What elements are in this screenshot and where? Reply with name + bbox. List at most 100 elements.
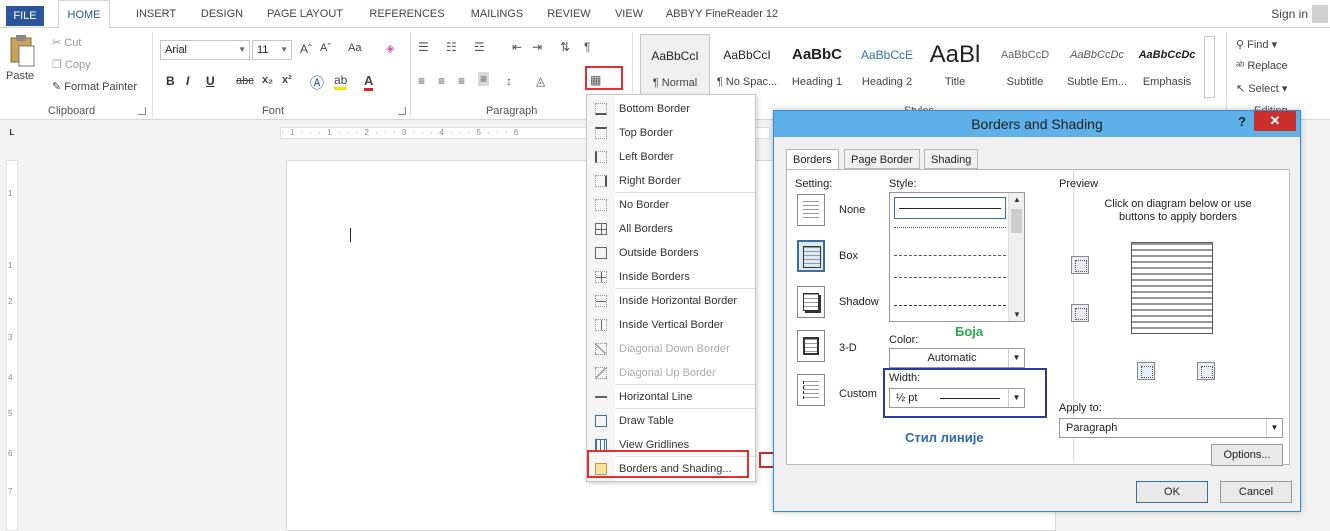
line-style-dash-dot[interactable] [894,305,1006,306]
menu-item-outside-borders[interactable]: Outside Borders [587,241,755,265]
subscript-button[interactable]: x₂ [262,74,273,86]
menu-item-no-border[interactable]: No Border [587,193,755,217]
line-style-dashed[interactable] [894,277,1006,278]
ok-button[interactable]: OK [1136,481,1208,503]
style-title[interactable]: AaBl Title [920,34,990,102]
sign-in-link[interactable]: Sign in [1271,0,1308,28]
tab-design[interactable]: DESIGN [192,0,252,28]
setting-box-label[interactable]: Box [839,250,858,262]
tab-file[interactable]: FILE [6,6,44,26]
setting-3d-label[interactable]: 3-D [839,342,857,354]
color-select[interactable]: Automatic ▼ [889,348,1025,368]
bullets-icon[interactable]: ☰ [418,40,429,54]
cut-button[interactable]: ✂ Cut [52,36,81,49]
paste-button[interactable]: Paste [6,70,34,82]
style-no-spacing[interactable]: AaBbCcI ¶ No Spac... [712,34,782,102]
shading-icon[interactable]: ◬ [536,74,545,88]
menu-item-top-border[interactable]: Top Border [587,121,755,145]
superscript-button[interactable]: x² [282,74,292,86]
setting-3d-icon[interactable] [797,330,825,362]
tab-selector[interactable]: L [6,127,18,139]
tab-insert[interactable]: INSERT [128,0,184,28]
scroll-thumb[interactable] [1011,209,1022,233]
highlight-icon[interactable]: ab [334,73,348,90]
setting-shadow-icon[interactable] [797,286,825,318]
menu-item-draw-table[interactable]: Draw Table [587,409,755,433]
italic-button[interactable]: I [186,74,189,88]
increase-indent-icon[interactable]: ⇥ [532,40,542,54]
tab-review[interactable]: REVIEW [540,0,598,28]
menu-item-inside-horizontal-border[interactable]: Inside Horizontal Border [587,289,755,313]
clear-formatting-icon[interactable]: ◈ [386,42,394,55]
tab-view[interactable]: VIEW [608,0,650,28]
help-button[interactable]: ? [1238,114,1246,129]
tab-mailings[interactable]: MAILINGS [462,0,532,28]
line-style-selected[interactable] [894,197,1006,219]
clipboard-launcher-icon[interactable] [138,107,146,115]
sort-icon[interactable]: ⇅ [560,40,570,54]
tab-abbyy[interactable]: ABBYY FineReader 12 [660,0,784,28]
format-painter-button[interactable]: ✎ Format Painter [52,80,137,93]
line-style-dashed-small[interactable] [894,255,1006,256]
cancel-button[interactable]: Cancel [1220,481,1292,503]
style-subtle-emphasis[interactable]: AaBbCcDc Subtle Em... [1062,34,1132,102]
font-color-icon[interactable]: A [364,73,374,91]
tab-references[interactable]: REFERENCES [362,0,452,28]
numbering-icon[interactable]: ☷ [446,40,457,54]
style-emphasis[interactable]: AaBbCcDc Emphasis [1132,34,1202,102]
copy-button[interactable]: ❐ Copy [52,58,91,71]
scroll-up-icon[interactable]: ▲ [1013,195,1021,204]
grow-font-button[interactable]: Aˆ [300,42,312,56]
line-style-dotted[interactable] [894,227,1006,228]
style-list-scrollbar[interactable]: ▲ ▼ [1008,193,1024,321]
style-heading-2[interactable]: AaBbCcE Heading 2 [852,34,922,102]
line-style-list[interactable]: ▲ ▼ [889,192,1025,322]
tab-shading[interactable]: Shading [924,149,979,169]
tab-page-border[interactable]: Page Border [844,149,920,169]
align-right-icon[interactable]: ≡ [458,74,465,88]
style-normal[interactable]: AaBbCcI ¶ Normal [640,34,710,102]
bold-button[interactable]: B [166,74,175,88]
styles-gallery-scroll[interactable] [1204,36,1215,98]
font-family-select[interactable]: Arial ▼ [160,40,250,60]
multilevel-list-icon[interactable]: ☲ [474,40,485,54]
setting-none-icon[interactable] [797,194,825,226]
setting-none-label[interactable]: None [839,204,865,216]
tab-home[interactable]: HOME [58,0,110,29]
menu-item-diagonal-down-border[interactable]: Diagonal Down Border [587,337,755,361]
find-button[interactable]: ⚲ Find ▾ [1236,38,1277,51]
setting-box-icon[interactable] [797,240,825,272]
setting-custom-label[interactable]: Custom [839,388,877,400]
close-button[interactable]: ✕ [1254,111,1296,131]
align-left-icon[interactable]: ≡ [418,74,425,88]
style-heading-1[interactable]: AaBbC Heading 1 [782,34,852,102]
shrink-font-button[interactable]: Aˇ [320,42,331,54]
options-button[interactable]: Options... [1211,444,1283,466]
menu-item-left-border[interactable]: Left Border [587,145,755,169]
paste-icon[interactable] [8,34,36,68]
menu-item-all-borders[interactable]: All Borders [587,217,755,241]
line-spacing-icon[interactable]: ↕ [506,74,512,88]
decrease-indent-icon[interactable]: ⇤ [512,40,522,54]
show-formatting-button[interactable]: ¶ [584,40,590,54]
menu-item-bottom-border[interactable]: Bottom Border [587,97,755,121]
top-border-toggle-icon[interactable] [1071,256,1089,274]
scroll-down-icon[interactable]: ▼ [1013,310,1021,319]
apply-to-select[interactable]: Paragraph ▼ [1059,418,1283,438]
change-case-button[interactable]: Aa [348,42,361,54]
avatar[interactable] [1312,5,1328,23]
menu-item-horizontal-line[interactable]: Horizontal Line [587,385,755,409]
align-center-icon[interactable]: ≡ [438,74,445,88]
bottom-border-toggle-icon[interactable] [1071,304,1089,322]
right-border-toggle-icon[interactable] [1197,362,1215,380]
tab-page-layout[interactable]: PAGE LAYOUT [260,0,350,28]
font-launcher-icon[interactable] [398,107,406,115]
style-subtitle[interactable]: AaBbCcD Subtitle [990,34,1060,102]
tab-borders[interactable]: Borders [786,149,839,170]
setting-custom-icon[interactable] [797,374,825,406]
setting-shadow-label[interactable]: Shadow [839,296,879,308]
replace-button[interactable]: ᵃᵇ Replace [1236,60,1288,72]
font-size-select[interactable]: 11 ▼ [252,40,292,60]
underline-button[interactable]: U [206,74,215,88]
menu-item-inside-vertical-border[interactable]: Inside Vertical Border [587,313,755,337]
